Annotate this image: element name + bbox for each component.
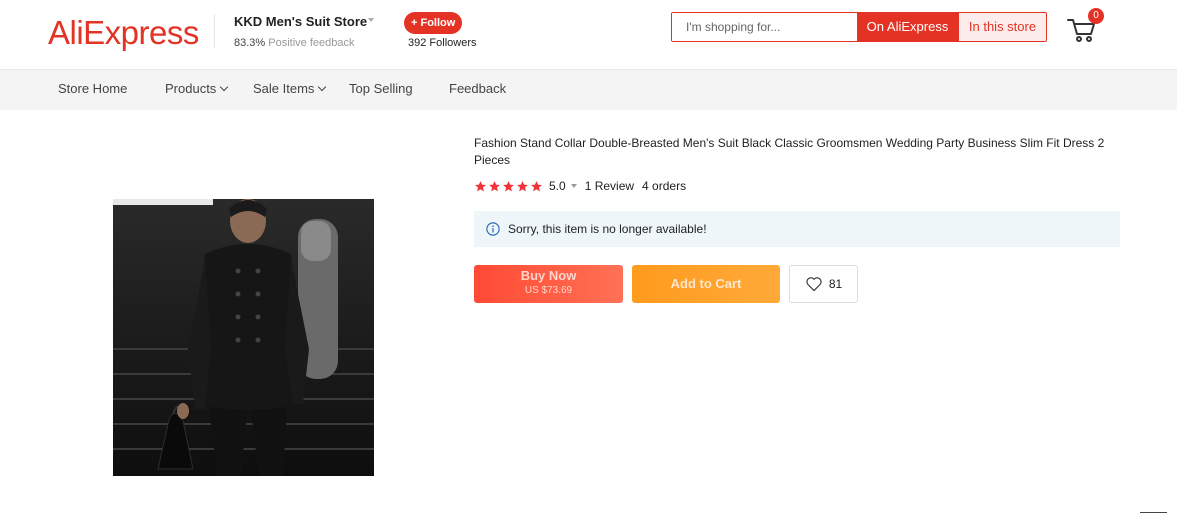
caret-down-icon[interactable] (570, 184, 577, 188)
aliexpress-logo[interactable]: AliExpress (48, 14, 199, 52)
nav-top-selling[interactable]: Top Selling (349, 81, 413, 96)
rating-stars (474, 180, 543, 193)
store-nav: Store Home Products Sale Items Top Selli… (0, 70, 1177, 110)
nav-store-home[interactable]: Store Home (58, 81, 127, 96)
search-bar: On AliExpress In this store (671, 12, 1047, 42)
star-icon (489, 180, 500, 191)
wishlist-count: 81 (828, 277, 843, 291)
search-in-store-button[interactable]: In this store (958, 13, 1046, 41)
store-name[interactable]: KKD Men's Suit Store (234, 14, 367, 29)
star-icon (517, 180, 528, 191)
nav-label: Store Home (58, 81, 128, 96)
product-rating: 5.0 1 Review 4 orders (474, 179, 686, 193)
header: AliExpress KKD Men's Suit Store 83.3% Po… (0, 0, 1177, 70)
star-icon (503, 180, 514, 191)
orders-count: 4 orders (642, 179, 687, 193)
reviews-link[interactable]: 1 Review (585, 179, 634, 193)
divider (1140, 512, 1167, 513)
buy-now-label: Buy Now (520, 268, 577, 283)
info-icon (486, 222, 500, 236)
nav-label: Feedback (449, 81, 507, 96)
header-divider (214, 14, 215, 48)
nav-sale-items[interactable]: Sale Items (253, 81, 327, 96)
chevron-down-icon (220, 82, 229, 92)
search-on-aliexpress-button[interactable]: On AliExpress (857, 13, 958, 41)
nav-label: Products (165, 81, 217, 96)
star-icon (531, 180, 542, 191)
nav-label: Top Selling (349, 81, 413, 96)
feedback-label: Positive feedback (268, 37, 355, 49)
nav-label: Sale Items (253, 81, 315, 96)
product-title: Fashion Stand Collar Double-Breasted Men… (474, 136, 1105, 167)
store-feedback: 83.3% Positive feedback (234, 37, 354, 49)
search-input[interactable] (672, 13, 857, 41)
followers-count: 392 Followers (408, 37, 477, 49)
rating-score[interactable]: 5.0 (549, 179, 566, 193)
chevron-down-icon (318, 82, 327, 92)
cart-count-badge: 0 (1088, 8, 1104, 24)
product-image[interactable] (113, 199, 374, 476)
availability-notice: Sorry, this item is no longer available! (474, 211, 1120, 247)
notice-text: Sorry, this item is no longer available! (508, 222, 707, 236)
nav-products[interactable]: Products (165, 81, 229, 96)
star-icon (475, 180, 486, 191)
add-to-cart-button[interactable]: Add to Cart (632, 265, 780, 303)
caret-down-icon[interactable] (368, 18, 374, 22)
wishlist-button[interactable]: 81 (789, 265, 858, 303)
follow-button[interactable]: + Follow (404, 12, 463, 34)
buy-now-button[interactable]: Buy Now US $73.69 (474, 265, 623, 303)
nav-feedback[interactable]: Feedback (449, 81, 506, 96)
heart-icon (806, 277, 822, 292)
buy-now-price: US $73.69 (524, 285, 573, 296)
feedback-percentage: 83.3% (234, 37, 266, 49)
